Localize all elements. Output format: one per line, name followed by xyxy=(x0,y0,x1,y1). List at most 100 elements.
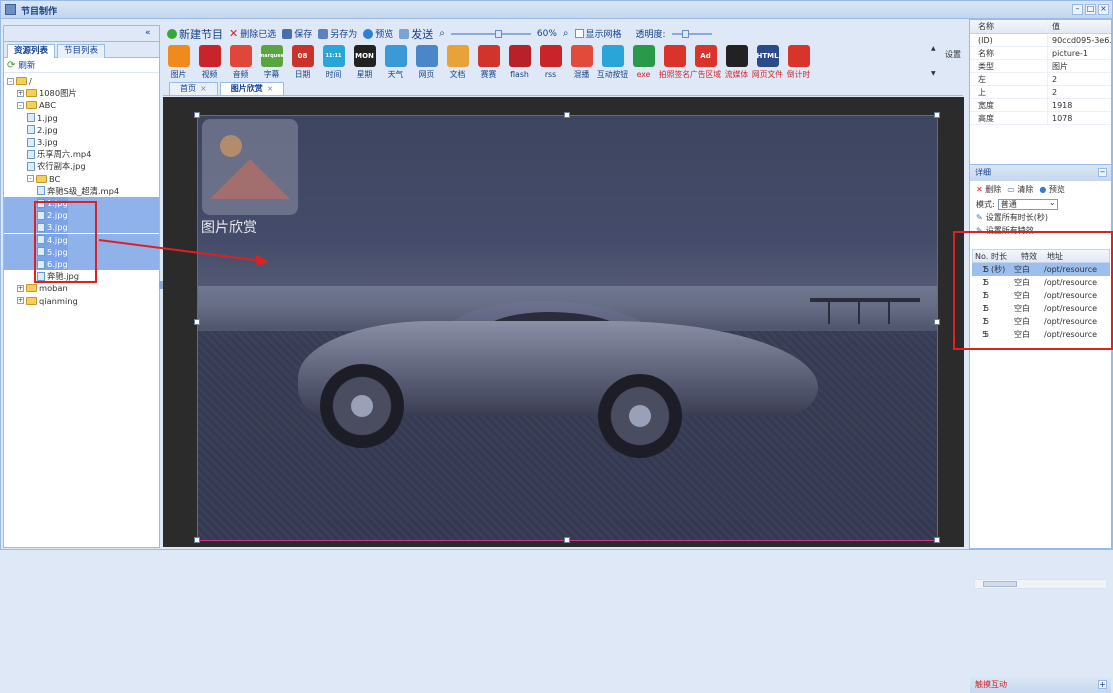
tool-week[interactable]: MON 星期 xyxy=(349,42,380,82)
tree-file[interactable]: 2.jpg xyxy=(27,124,58,136)
tree-file[interactable]: 乐享周六.mp4 xyxy=(27,148,91,160)
tool-html[interactable]: HTML 网页文件 xyxy=(752,42,783,82)
tool-audio[interactable]: 音频 xyxy=(225,42,256,82)
expand-icon[interactable]: + xyxy=(1098,680,1107,689)
zoom-slider-thumb[interactable] xyxy=(494,29,502,38)
property-value[interactable]: 1078 xyxy=(1048,112,1111,124)
resize-handle[interactable] xyxy=(564,537,570,543)
save-button[interactable]: 保存 xyxy=(282,27,312,40)
resize-handle[interactable] xyxy=(194,537,200,543)
tool-calendar[interactable]: 08 日期 xyxy=(287,42,318,82)
resize-handle[interactable] xyxy=(194,112,200,118)
resize-handle[interactable] xyxy=(564,112,570,118)
tree-folder[interactable]: - ABC xyxy=(17,99,56,111)
tree-file[interactable]: 奔驰S级_超清.mp4 xyxy=(37,185,119,197)
new-program-button[interactable]: 新建节目 xyxy=(167,26,223,42)
tool-rss[interactable]: rss xyxy=(535,42,566,82)
property-value[interactable]: 1918 xyxy=(1048,99,1111,111)
close-tab-icon[interactable]: × xyxy=(267,83,274,95)
tool-flash[interactable]: flash xyxy=(504,42,535,82)
tool-clock[interactable]: 11:11 时间 xyxy=(318,42,349,82)
restore-icon[interactable]: □ xyxy=(1085,4,1096,15)
show-grid-checkbox[interactable] xyxy=(574,29,584,38)
expand-icon[interactable]: + xyxy=(17,284,24,292)
save-as-button[interactable]: 另存为 xyxy=(318,27,357,40)
zoom-out-icon[interactable]: ⌕ xyxy=(439,28,445,39)
tool-web[interactable]: 网页 xyxy=(411,42,442,82)
property-value[interactable]: 2 xyxy=(1048,86,1111,98)
tree-folder[interactable]: + moban xyxy=(17,282,68,294)
zoom-slider[interactable] xyxy=(450,29,531,38)
resize-handle[interactable] xyxy=(934,319,940,325)
property-value[interactable]: 90ccd095-3e6... xyxy=(1048,34,1111,46)
tree-file[interactable]: 1.jpg xyxy=(27,112,58,124)
close-tab-icon[interactable]: × xyxy=(200,83,207,95)
opacity-slider-thumb[interactable] xyxy=(681,29,689,38)
property-row[interactable]: 上2 xyxy=(970,86,1111,99)
minimize-icon[interactable]: – xyxy=(1072,4,1083,15)
tab-picture-gallery[interactable]: 图片欣赏 × xyxy=(219,82,285,95)
property-value[interactable]: 图片 xyxy=(1048,60,1111,72)
refresh-button[interactable]: ⟳ 刷新 xyxy=(4,58,159,73)
palette-scroller[interactable]: ▲ ▼ xyxy=(931,45,939,77)
tree-file[interactable]: 农行副本.jpg xyxy=(27,160,86,172)
tab-resource-list[interactable]: 资源列表 xyxy=(7,44,56,58)
tree-file[interactable]: 3.jpg xyxy=(27,136,58,148)
property-row[interactable]: 类型 图片 xyxy=(970,60,1111,73)
tool-video[interactable]: 视频 xyxy=(194,42,225,82)
tree-folder[interactable]: - / xyxy=(7,75,32,87)
tab-home[interactable]: 首页 × xyxy=(169,82,218,95)
delete-selected-button[interactable]: ✕ 删除已选 xyxy=(229,27,276,40)
property-name-header[interactable]: 名称 xyxy=(970,20,1048,33)
tree-folder[interactable]: - BC xyxy=(27,173,60,185)
property-value[interactable]: picture-1 xyxy=(1048,47,1111,59)
detail-preview-button[interactable]: ● 预览 xyxy=(1039,184,1065,195)
tool-countdown[interactable]: 倒计时 xyxy=(783,42,814,82)
tree-folder[interactable]: + qianming xyxy=(17,295,78,307)
preview-button[interactable]: 预览 xyxy=(363,27,393,40)
tool-interactive[interactable]: 互动按钮 xyxy=(597,42,628,82)
tool-marquee[interactable]: marquee 字幕 xyxy=(256,42,287,82)
tool-stream[interactable]: 流媒体 xyxy=(721,42,752,82)
collapse-left-icon[interactable]: « xyxy=(145,28,156,39)
property-row[interactable]: (ID) 90ccd095-3e6... xyxy=(970,34,1111,47)
tool-image[interactable]: 图片 xyxy=(163,42,194,82)
set-duration-button[interactable]: ✎ 设置所有时长(秒) xyxy=(970,211,1111,224)
close-icon[interactable]: × xyxy=(1098,4,1109,15)
tool-ad[interactable]: Ad 广告区域 xyxy=(690,42,721,82)
tab-program-list[interactable]: 节目列表 xyxy=(57,44,106,58)
property-row[interactable]: 左2 xyxy=(970,73,1111,86)
collapse-icon[interactable]: - xyxy=(27,175,34,183)
property-row[interactable]: 名称 picture-1 xyxy=(970,47,1111,60)
property-value[interactable]: 2 xyxy=(1048,73,1111,85)
collapse-icon[interactable]: - xyxy=(17,101,24,109)
expand-icon[interactable]: + xyxy=(17,297,24,305)
tool-mixed[interactable]: 混播 xyxy=(566,42,597,82)
grid-horizontal-scrollbar[interactable] xyxy=(974,579,1107,589)
collapse-icon[interactable]: - xyxy=(7,77,14,85)
resize-handle[interactable] xyxy=(934,112,940,118)
picture-widget[interactable]: 图片欣赏 xyxy=(197,115,938,541)
resize-handle[interactable] xyxy=(194,319,200,325)
scrollbar-thumb[interactable] xyxy=(983,581,1017,587)
property-row[interactable]: 宽度 1918 xyxy=(970,99,1111,112)
tool-race[interactable]: 赛赛 xyxy=(473,42,504,82)
mode-select[interactable]: 普通 xyxy=(997,198,1058,210)
tool-camera-sign[interactable]: 拍照签名 xyxy=(659,42,690,82)
collapse-detail-icon[interactable]: − xyxy=(1098,168,1107,177)
scroll-up-icon[interactable]: ▲ xyxy=(931,45,939,52)
property-row[interactable]: 高度 1078 xyxy=(970,112,1111,125)
touch-interaction-panel[interactable]: 触摸互动 + xyxy=(970,677,1111,693)
opacity-slider[interactable] xyxy=(671,29,712,38)
scroll-down-icon[interactable]: ▼ xyxy=(931,70,939,77)
resize-handle[interactable] xyxy=(934,537,940,543)
tool-document[interactable]: 文档 xyxy=(442,42,473,82)
send-button[interactable]: 发送 xyxy=(399,26,433,42)
zoom-in-icon[interactable]: ⌕ xyxy=(563,28,569,39)
tree-folder[interactable]: +1080图片 xyxy=(17,87,77,99)
detail-clear-button[interactable]: ▭ 清除 xyxy=(1007,184,1033,195)
design-canvas[interactable]: 图片欣赏 xyxy=(163,97,964,547)
expand-icon[interactable]: + xyxy=(17,89,24,97)
show-grid-toggle[interactable]: 显示网格 xyxy=(574,27,622,40)
tool-weather[interactable]: 天气 xyxy=(380,42,411,82)
